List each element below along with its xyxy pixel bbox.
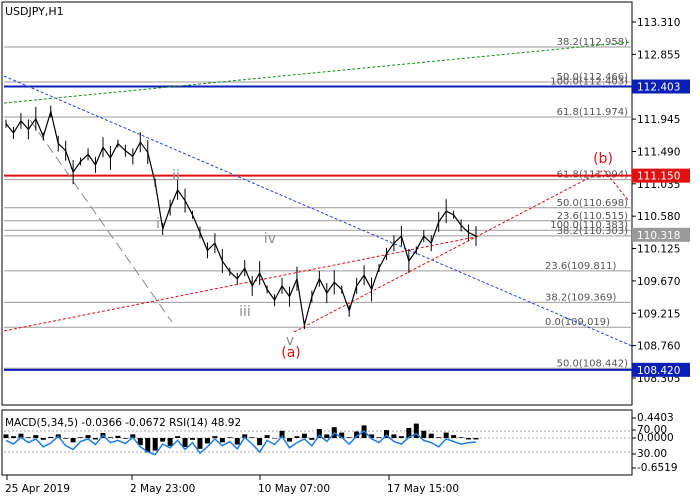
macd-bar: [309, 438, 315, 440]
macd-bar: [219, 438, 225, 443]
fib-level-label: 38.2(109.369): [545, 292, 617, 303]
macd-bar: [391, 434, 397, 438]
indicator-label: MACD(5,34,5) -0.0366 -0.0672 RSI(14) 48.…: [5, 417, 241, 429]
wave-label: (b): [593, 151, 613, 167]
macd-bar: [436, 437, 442, 438]
macd-bar: [466, 438, 472, 440]
price-tick-label: 112.855: [637, 49, 680, 61]
time-tick-label: 10 May 07:00: [258, 483, 330, 495]
macd-bar: [40, 438, 46, 440]
price-tag-label: 108.420: [637, 365, 680, 377]
macd-bar: [197, 438, 203, 449]
macd-bar: [458, 437, 464, 438]
macd-bar: [234, 438, 240, 445]
indicator-tick-label: 0.4403: [637, 412, 674, 424]
macd-bar: [167, 438, 173, 446]
macd-bar: [115, 435, 121, 438]
macd-bar: [272, 438, 278, 439]
macd-bar: [63, 438, 69, 439]
indicator-tick-label: -0.6519: [637, 462, 678, 474]
macd-bar: [473, 438, 479, 440]
indicator-tick-label: 0.0000: [637, 432, 674, 444]
price-tick-label: 113.310: [637, 17, 680, 29]
macd-bar: [286, 438, 292, 442]
macd-bar: [204, 438, 210, 444]
macd-bar: [160, 438, 166, 442]
macd-bar: [398, 436, 404, 438]
macd-bar: [93, 438, 99, 440]
macd-bar: [376, 437, 382, 438]
macd-bar: [443, 432, 449, 438]
price-tick-label: 110.580: [637, 211, 680, 223]
price-tick-label: 109.670: [637, 276, 680, 288]
time-tick-label: 17 May 15:00: [387, 483, 459, 495]
fib-level-label: 50.0(110.698): [557, 198, 629, 209]
wave-label: iv: [264, 231, 276, 247]
macd-bar: [175, 436, 181, 438]
macd-bar: [257, 438, 263, 446]
wave-label: ii: [172, 168, 180, 184]
macd-bar: [301, 433, 307, 438]
macd-bar: [249, 437, 255, 438]
time-tick-label: 2 May 23:00: [130, 483, 195, 495]
price-tick-label: 108.760: [637, 341, 680, 353]
macd-bar: [428, 433, 434, 438]
price-tick-label: 111.490: [637, 146, 680, 158]
fib-level-label: 23.6(109.811): [545, 261, 617, 272]
wave-label: i: [156, 216, 160, 232]
wave-label: (a): [281, 345, 301, 361]
macd-bar: [324, 434, 330, 438]
price-tag-label: 111.150: [637, 171, 680, 183]
macd-bar: [25, 437, 31, 438]
macd-bar: [85, 435, 91, 438]
price-chart[interactable]: 38.2(112.958)50.0(112.466)100.0(112.403)…: [0, 0, 700, 500]
macd-bar: [227, 437, 233, 438]
fib-level-label: 38.2(110.303): [557, 226, 629, 237]
macd-bar: [70, 438, 76, 443]
macd-bar: [182, 438, 188, 447]
macd-bar: [212, 436, 218, 438]
macd-bar: [78, 437, 84, 438]
price-tick-label: 110.125: [637, 244, 680, 256]
macd-bar: [346, 437, 352, 438]
macd-bar: [3, 434, 9, 438]
macd-bar: [10, 436, 16, 438]
chart-title: USDJPY,H1: [5, 5, 64, 18]
macd-bar: [152, 438, 158, 451]
macd-bar: [421, 430, 427, 438]
macd-bar: [264, 435, 270, 438]
fib-level-label: 0.0(109.019): [545, 317, 610, 328]
time-tick-label: 25 Apr 2019: [5, 483, 70, 495]
macd-bar: [122, 438, 128, 439]
macd-bar: [33, 435, 39, 438]
wave-label: iii: [239, 304, 251, 320]
macd-bar: [451, 435, 457, 438]
fib-level-label: 50.0(108.442): [557, 358, 629, 369]
fib-level-label: 38.2(112.958): [557, 37, 629, 48]
price-tick-label: 111.945: [637, 114, 680, 126]
macd-bar: [107, 437, 113, 438]
price-tag-label: 112.403: [637, 82, 680, 94]
fib-level-label: 61.8(111.974): [557, 107, 629, 118]
indicator-tick-label: 30.00: [637, 448, 667, 460]
price-tag-label: 110.318: [637, 230, 680, 242]
price-tick-label: 109.215: [637, 308, 680, 320]
macd-bar: [48, 436, 54, 438]
macd-bar: [190, 438, 196, 440]
macd-bar: [294, 436, 300, 438]
